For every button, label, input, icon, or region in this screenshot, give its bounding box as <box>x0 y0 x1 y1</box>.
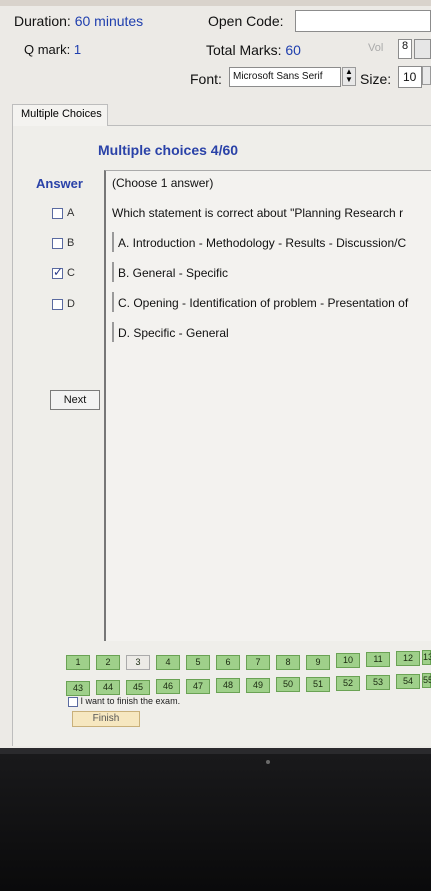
question-number-button[interactable]: 2 <box>96 655 120 670</box>
q-mark-label: Q mark: <box>24 42 71 57</box>
q-mark: Q mark: 1 <box>24 42 81 57</box>
size-spinner[interactable] <box>422 66 431 85</box>
vol-label: Vol <box>368 42 384 54</box>
question-number-button[interactable]: 11 <box>366 652 390 667</box>
question-number-button[interactable]: 43 <box>66 681 90 696</box>
choice-d: D. Specific - General <box>118 326 229 340</box>
finish-button[interactable]: Finish <box>72 711 140 727</box>
question-number-button[interactable]: 7 <box>246 655 270 670</box>
option-letter-d: D <box>67 298 75 311</box>
font-spinner[interactable]: ▲ ▼ <box>342 67 356 86</box>
next-button[interactable]: Next <box>50 390 100 410</box>
question-number-button[interactable]: 9 <box>306 655 330 670</box>
answer-option-b[interactable]: B <box>52 237 74 253</box>
question-number-button[interactable]: 49 <box>246 678 270 693</box>
tab-multiple-choices[interactable]: Multiple Choices <box>12 104 108 126</box>
title-bar-strip <box>0 0 431 6</box>
q-mark-value: 1 <box>73 42 82 57</box>
finish-checkbox[interactable] <box>68 696 78 707</box>
choice-divider <box>112 292 114 312</box>
answer-heading: Answer <box>36 176 83 191</box>
open-code-field[interactable] <box>295 10 431 32</box>
question-number-button[interactable]: 4 <box>156 655 180 670</box>
checkbox-a[interactable] <box>52 207 63 219</box>
question-number-button[interactable]: 54 <box>396 674 420 689</box>
question-stem: Which statement is correct about "Planni… <box>112 206 404 220</box>
duration-value: 60 minutes <box>74 13 144 29</box>
option-letter-c: C <box>67 267 75 280</box>
question-title: Multiple choices 4/60 <box>98 142 239 158</box>
font-select[interactable]: Microsoft Sans Serif <box>229 67 341 87</box>
question-number-button[interactable]: 10 <box>336 653 360 668</box>
question-number-button[interactable]: 48 <box>216 678 240 693</box>
duration-label: Duration: <box>14 13 71 29</box>
choice-divider <box>112 232 114 252</box>
choice-b: B. General - Specific <box>118 266 229 280</box>
question-number-button[interactable]: 1 <box>66 655 90 670</box>
answer-option-c[interactable]: C <box>52 265 75 283</box>
monitor-bezel <box>0 748 431 891</box>
question-number-button[interactable]: 45 <box>126 680 150 695</box>
question-number-button[interactable]: 52 <box>336 676 360 691</box>
question-number-button[interactable]: 51 <box>306 677 330 692</box>
total-marks-value: 60 <box>285 42 301 58</box>
duration: Duration: 60 minutes <box>14 13 143 29</box>
question-number-button[interactable]: 47 <box>186 679 210 694</box>
question-number-button[interactable]: 55 <box>422 673 431 688</box>
finish-confirm[interactable]: I want to finish the exam. <box>68 696 180 707</box>
question-number-button[interactable]: 50 <box>276 677 300 692</box>
open-code-label: Open Code: <box>208 13 284 29</box>
choice-divider <box>112 262 114 282</box>
question-number-button[interactable]: 3 <box>126 655 150 670</box>
question-number-button[interactable]: 12 <box>396 651 420 666</box>
question-number-button[interactable]: 13 <box>422 650 431 665</box>
question-number-button[interactable]: 5 <box>186 655 210 670</box>
option-letter-a: A <box>67 207 75 220</box>
question-number-button[interactable]: 44 <box>96 680 120 695</box>
checkbox-d[interactable] <box>52 298 63 310</box>
question-number-button[interactable]: 6 <box>216 655 240 670</box>
size-label: Size: <box>360 71 392 87</box>
question-instruction: (Choose 1 answer) <box>112 176 214 190</box>
answer-option-a[interactable]: A <box>52 207 74 223</box>
question-number-button[interactable]: 53 <box>366 675 390 690</box>
choice-divider <box>112 322 114 342</box>
total-marks-label: Total Marks: <box>206 42 282 58</box>
size-field[interactable]: 10 <box>398 66 422 88</box>
bezel-dot <box>266 760 270 764</box>
answer-option-d[interactable]: D <box>52 298 75 314</box>
question-number-button[interactable]: 46 <box>156 679 180 694</box>
checkbox-b[interactable] <box>52 237 63 249</box>
vol-field[interactable]: 8 <box>398 39 412 59</box>
checkbox-c[interactable] <box>52 265 63 279</box>
vol-slider[interactable] <box>414 39 431 59</box>
question-number-button[interactable]: 8 <box>276 655 300 670</box>
total-marks: Total Marks: 60 <box>206 42 301 58</box>
font-label: Font: <box>190 71 222 87</box>
bezel-edge <box>0 748 431 754</box>
exam-window: Duration: 60 minutes Open Code: Q mark: … <box>0 0 431 748</box>
choice-a: A. Introduction - Methodology - Results … <box>118 236 407 250</box>
finish-checkbox-label: I want to finish the exam. <box>80 696 181 706</box>
choice-c: C. Opening - Identification of problem -… <box>118 296 409 310</box>
option-letter-b: B <box>67 237 75 250</box>
